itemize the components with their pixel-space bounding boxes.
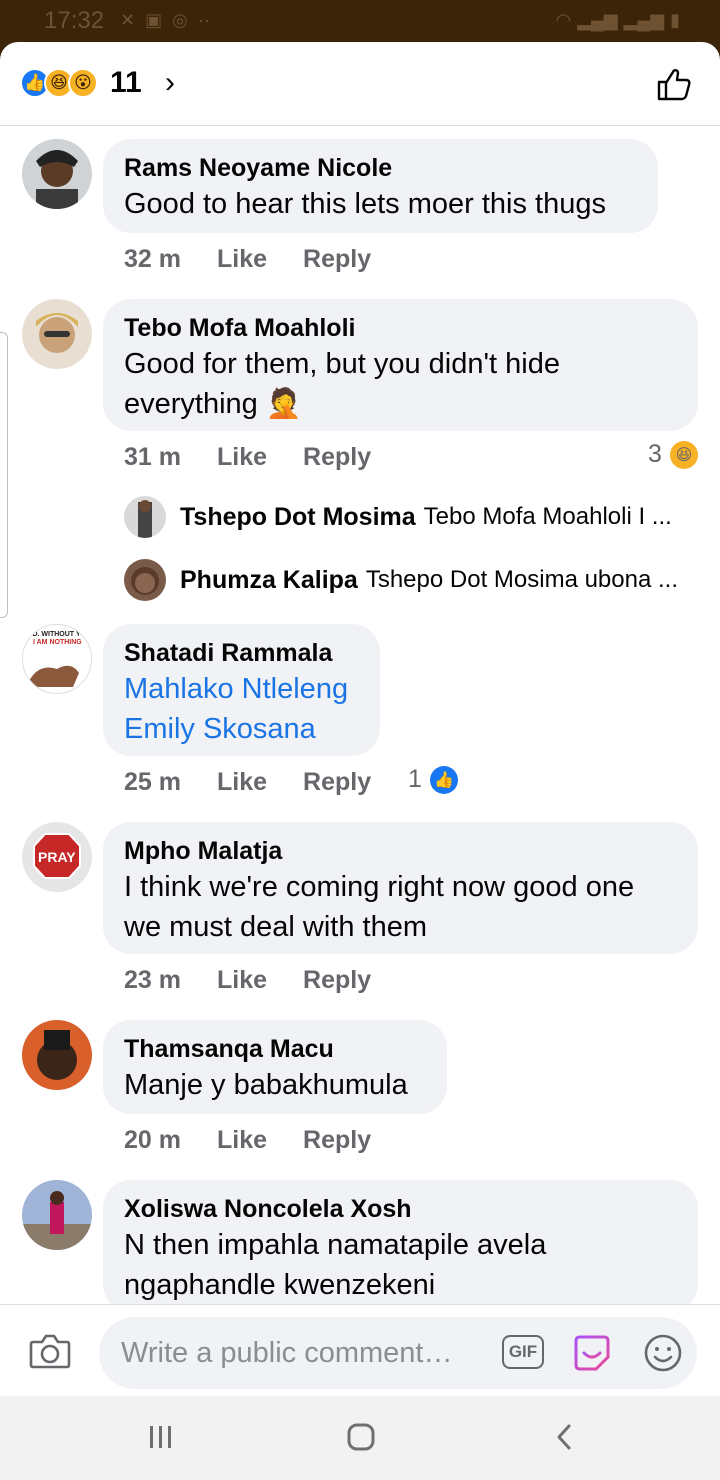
comment-author[interactable]: Rams Neoyame Nicole <box>124 153 638 183</box>
mention-link[interactable]: Emily Skosana <box>124 710 360 748</box>
comment-author[interactable]: Thamsanqa Macu <box>124 1034 427 1064</box>
status-system-icons: ◠ ▂▄▆ ▂▄▆ ▮ <box>555 10 680 31</box>
comment-text: everything <box>124 388 258 420</box>
instagram-icon: ◎ <box>172 10 188 30</box>
comment-reactions[interactable]: 1 👍 <box>408 765 458 794</box>
reply-author[interactable]: Tshepo Dot Mosima <box>180 503 416 532</box>
comment-bubble[interactable]: Xoliswa Noncolela Xosh N then impahla na… <box>103 1180 698 1312</box>
comment-text-line: everything 🤦 <box>124 385 678 423</box>
battery-icon: ▮ <box>670 10 680 30</box>
recent-apps-icon[interactable] <box>146 1422 176 1452</box>
avatar[interactable] <box>124 496 166 538</box>
avatar[interactable] <box>22 139 92 209</box>
comment-composer: Write a public comment… GIF <box>0 1304 720 1396</box>
back-icon[interactable] <box>550 1422 580 1452</box>
wow-reaction-icon: 😮 <box>68 68 98 98</box>
haha-reaction-icon: 😆 <box>669 440 698 469</box>
comment-time: 25 m <box>124 768 181 796</box>
avatar[interactable] <box>22 299 92 369</box>
wifi-icon: ◠ <box>555 10 572 30</box>
reaction-count: 3 <box>648 440 662 468</box>
like-button[interactable]: Like <box>217 443 267 472</box>
camera-icon[interactable] <box>28 1329 72 1373</box>
comment-time: 20 m <box>124 1126 181 1154</box>
comment-time: 32 m <box>124 245 181 273</box>
avatar-caption: OD. WITHOUT YOU <box>27 631 91 638</box>
comment-bubble[interactable]: Tebo Mofa Moahloli Good for them, but yo… <box>103 299 698 431</box>
comment-author[interactable]: Tebo Mofa Moahloli <box>124 313 678 343</box>
reply-text: Tebo Mofa Moahloli I ... <box>423 503 672 530</box>
gallery-icon: ▣ <box>145 10 163 30</box>
comment-actions: 25 m Like Reply <box>124 768 407 797</box>
reply-preview[interactable]: Tshepo Dot Mosima Tebo Mofa Moahloli I .… <box>124 496 672 538</box>
chevron-right-icon[interactable]: › <box>165 66 175 100</box>
system-nav-bar <box>0 1396 720 1480</box>
home-icon[interactable] <box>346 1422 376 1452</box>
comment-bubble[interactable]: Mpho Malatja I think we're coming right … <box>103 822 698 954</box>
comment-author[interactable]: Shatadi Rammala <box>124 638 360 668</box>
more-dots-icon: ·· <box>197 10 210 30</box>
avatar[interactable] <box>22 1020 92 1090</box>
comment-time: 23 m <box>124 966 181 994</box>
avatar-caption: I AM NOTHING <box>33 639 82 646</box>
comment-input-placeholder: Write a public comment… <box>121 1337 453 1369</box>
comment-text-line: ngaphandle kwenzekeni <box>124 1269 436 1301</box>
reply-button[interactable]: Reply <box>303 1126 371 1155</box>
mention-link[interactable]: Mahlako Ntleleng <box>124 670 360 708</box>
like-button[interactable]: Like <box>217 245 267 274</box>
comment-actions: 31 m Like Reply <box>124 443 407 472</box>
avatar-caption: PRAY <box>38 849 76 865</box>
comment-actions: 32 m Like Reply <box>124 245 407 274</box>
like-button[interactable]: Like <box>217 768 267 797</box>
status-notification-icons: ✕ ▣ ◎ ·· <box>120 10 210 31</box>
reaction-count[interactable]: 11 <box>110 66 142 100</box>
reply-button[interactable]: Reply <box>303 768 371 797</box>
comment-text-line: Good for them, but you didn't hide <box>124 348 560 380</box>
sheet-header: 👍 😆 😮 11 › <box>0 42 720 126</box>
comment-text-line: I think we're coming right now good one <box>124 871 635 903</box>
comment-bubble[interactable]: Rams Neoyame Nicole Good to hear this le… <box>103 139 658 233</box>
comment-time: 31 m <box>124 443 181 471</box>
avatar[interactable]: PRAY <box>22 822 92 892</box>
reply-preview[interactable]: Phumza Kalipa Tshepo Dot Mosima ubona ..… <box>124 559 678 601</box>
facepalm-emoji: 🤦 <box>265 388 302 420</box>
scroll-edge-handle[interactable] <box>0 332 8 618</box>
reactions-summary[interactable]: 👍 😆 😮 <box>20 68 98 98</box>
avatar[interactable] <box>22 1180 92 1250</box>
reply-button[interactable]: Reply <box>303 443 371 472</box>
like-button[interactable]: Like <box>217 966 267 995</box>
comment-input[interactable]: Write a public comment… GIF <box>99 1317 697 1389</box>
mute-icon: ✕ <box>120 10 136 30</box>
reaction-count: 1 <box>408 765 422 793</box>
signal-icon-2: ▂▄▆ <box>623 10 665 30</box>
comment-text: Manje y babakhumula <box>124 1069 408 1101</box>
comment-text-line: N then impahla namatapile avela <box>124 1229 547 1261</box>
comment-bubble[interactable]: Thamsanqa Macu Manje y babakhumula <box>103 1020 447 1114</box>
reply-author[interactable]: Phumza Kalipa <box>180 566 358 595</box>
emoji-icon[interactable] <box>643 1333 683 1373</box>
reply-text: Tshepo Dot Mosima ubona ... <box>365 566 678 593</box>
gif-button[interactable]: GIF <box>502 1335 544 1369</box>
like-button[interactable]: Like <box>217 1126 267 1155</box>
comment-actions: 20 m Like Reply <box>124 1126 407 1155</box>
status-bar: 17:32 ✕ ▣ ◎ ·· ◠ ▂▄▆ ▂▄▆ ▮ <box>0 0 720 42</box>
comment-actions: 23 m Like Reply <box>124 966 407 995</box>
thumbs-up-icon[interactable] <box>656 66 692 102</box>
comment-reactions[interactable]: 3 😆 <box>648 440 698 469</box>
reply-button[interactable]: Reply <box>303 966 371 995</box>
reply-button[interactable]: Reply <box>303 245 371 274</box>
comments-sheet: 👍 😆 😮 11 › Rams Neoyame Nicole Good to h… <box>0 42 720 1396</box>
avatar[interactable]: OD. WITHOUT YOU I AM NOTHING <box>22 624 92 694</box>
signal-icon: ▂▄▆ <box>577 10 618 30</box>
comment-bubble[interactable]: Shatadi Rammala Mahlako Ntleleng Emily S… <box>103 624 380 756</box>
like-reaction-icon: 👍 <box>429 765 458 794</box>
comment-author[interactable]: Xoliswa Noncolela Xosh <box>124 1194 678 1224</box>
comment-text: Good to hear this lets moer this thugs <box>124 188 606 220</box>
status-time: 17:32 <box>44 7 105 34</box>
sticker-icon[interactable] <box>572 1333 612 1373</box>
comment-author[interactable]: Mpho Malatja <box>124 836 678 866</box>
avatar[interactable] <box>124 559 166 601</box>
comment-text-line: we must deal with them <box>124 911 428 943</box>
